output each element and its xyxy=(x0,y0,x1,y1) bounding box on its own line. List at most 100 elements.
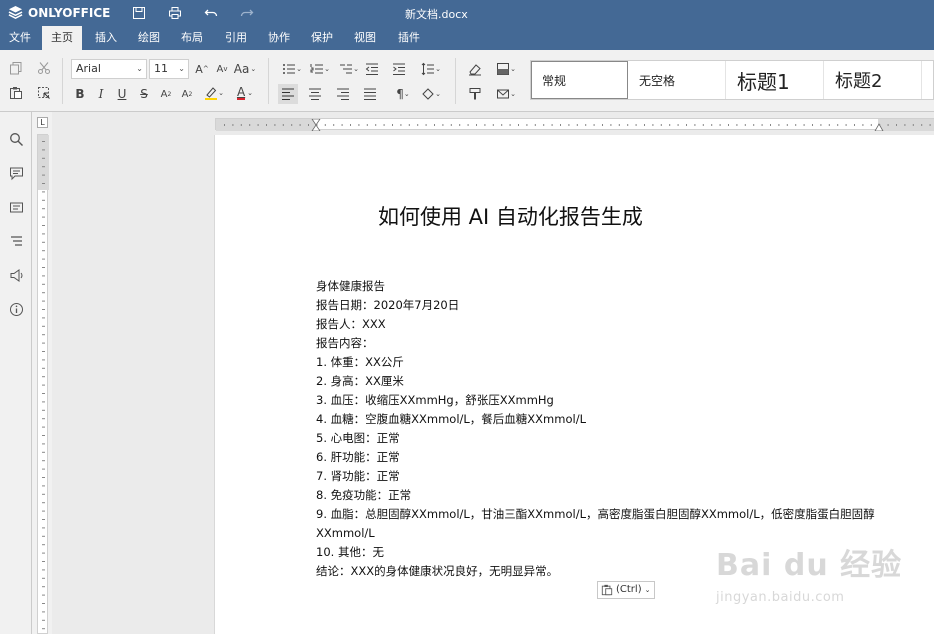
ruler-tick xyxy=(257,124,259,126)
tab-stop-selector[interactable]: L xyxy=(37,117,48,128)
tab-references[interactable]: 引用 xyxy=(216,26,256,50)
clear-style-icon[interactable] xyxy=(465,59,485,79)
copy-icon[interactable] xyxy=(6,58,26,78)
ruler-tick xyxy=(854,124,855,126)
ruler-tick xyxy=(42,325,45,327)
italic-icon[interactable]: I xyxy=(91,84,111,104)
ruler-tick xyxy=(476,124,477,126)
tab-draw[interactable]: 绘图 xyxy=(129,26,169,50)
ruler-tick xyxy=(929,124,931,126)
ruler-tick xyxy=(770,124,771,126)
increase-font-icon[interactable]: A ^ xyxy=(192,59,212,79)
ruler-tick xyxy=(42,594,45,596)
align-justify-icon[interactable] xyxy=(360,84,380,104)
ruler-tick xyxy=(644,124,645,126)
increase-indent-icon[interactable] xyxy=(389,59,409,79)
comments-icon[interactable] xyxy=(7,164,25,182)
align-right-icon[interactable] xyxy=(333,84,353,104)
search-icon[interactable] xyxy=(7,130,25,148)
ruler-tick xyxy=(42,367,45,369)
tab-protection[interactable]: 保护 xyxy=(302,26,342,50)
ruler-tick xyxy=(42,569,45,571)
paragraph-marks-icon[interactable]: ¶ ⌄ xyxy=(390,84,416,104)
ruler-tick xyxy=(627,124,629,126)
ruler-tick xyxy=(42,460,45,462)
ruler-tick xyxy=(400,124,402,126)
change-case-button[interactable]: Aa ⌄ xyxy=(233,59,257,79)
chat-icon[interactable] xyxy=(7,198,25,216)
cut-icon[interactable] xyxy=(34,58,54,78)
ruler-tick xyxy=(341,124,343,126)
numbered-list-icon[interactable]: ⌄ xyxy=(306,59,334,79)
horizontal-ruler-ticks xyxy=(216,118,934,132)
ruler-tick xyxy=(366,124,368,126)
underline-icon[interactable]: U xyxy=(112,84,132,104)
ruler-tick xyxy=(837,124,839,126)
ruler-tick xyxy=(912,124,914,126)
ruler-tick xyxy=(702,124,704,126)
ruler-tick xyxy=(350,124,351,126)
ruler-tick xyxy=(434,124,435,126)
ruler-tick xyxy=(42,384,45,386)
style-heading-2[interactable]: 标题2 xyxy=(825,61,922,99)
ruler-tick xyxy=(42,359,45,361)
highlight-color-button[interactable]: ⌄ xyxy=(200,83,228,103)
doc-line: 1. 体重：XX公斤 xyxy=(316,355,404,369)
line-spacing-icon[interactable]: ⌄ xyxy=(417,59,445,79)
ruler-tick xyxy=(42,258,45,260)
ruler-tick xyxy=(42,300,45,302)
ruler-tick xyxy=(42,628,45,630)
tab-home[interactable]: 主页 xyxy=(42,26,82,50)
ruler-tick xyxy=(42,401,45,403)
multilevel-list-icon[interactable]: ⌄ xyxy=(335,59,363,79)
tab-collaboration[interactable]: 协作 xyxy=(259,26,299,50)
ruler-tick xyxy=(576,124,578,126)
copy-style-icon[interactable] xyxy=(465,84,485,104)
tab-plugins[interactable]: 插件 xyxy=(389,26,429,50)
ruler-tick xyxy=(686,124,687,126)
ruler-tick xyxy=(42,409,45,411)
navigation-icon[interactable] xyxy=(7,232,25,250)
ruler-tick xyxy=(845,124,847,126)
select-all-icon[interactable] xyxy=(34,83,54,103)
align-left-icon[interactable] xyxy=(278,84,298,104)
style-normal[interactable]: 常规 xyxy=(531,61,628,99)
ruler-tick xyxy=(870,124,872,126)
ruler-tick xyxy=(887,124,889,126)
bold-icon[interactable]: B xyxy=(70,84,90,104)
color-scheme-icon[interactable]: ⌄ xyxy=(492,59,520,79)
vertical-ruler-strip xyxy=(37,134,49,634)
tab-file[interactable]: 文件 xyxy=(0,26,40,50)
superscript-icon[interactable]: A2 xyxy=(156,84,176,104)
bullet-list-icon[interactable]: ⌄ xyxy=(278,59,306,79)
paste-special-button[interactable]: (Ctrl) ⌄ xyxy=(597,581,656,599)
horizontal-ruler[interactable] xyxy=(215,118,934,132)
vertical-ruler[interactable] xyxy=(32,112,52,634)
mail-merge-icon[interactable]: ⌄ xyxy=(492,84,520,104)
font-color-button[interactable]: A ⌄ xyxy=(231,83,259,103)
shading-icon[interactable]: ⌄ xyxy=(418,84,444,104)
ruler-tick xyxy=(828,124,830,126)
tab-view[interactable]: 视图 xyxy=(345,26,385,50)
subscript-icon[interactable]: A2 xyxy=(177,84,197,104)
ruler-tick xyxy=(42,183,45,184)
ruler-tick xyxy=(42,166,45,168)
ruler-tick xyxy=(358,124,360,126)
align-center-icon[interactable] xyxy=(305,84,325,104)
tab-layout[interactable]: 布局 xyxy=(172,26,212,50)
style-no-spacing[interactable]: 无空格 xyxy=(629,61,726,99)
decrease-indent-icon[interactable] xyxy=(362,59,382,79)
ruler-tick xyxy=(42,435,45,436)
strikethrough-icon[interactable]: S xyxy=(134,84,154,104)
tab-insert[interactable]: 插入 xyxy=(86,26,126,50)
font-name-select[interactable]: Arial ⌄ xyxy=(71,59,147,79)
feedback-icon[interactable] xyxy=(7,266,25,284)
left-sidebar xyxy=(0,112,32,634)
change-case-label: Aa xyxy=(233,62,250,76)
decrease-font-icon[interactable]: Av xyxy=(212,59,232,79)
ruler-tick xyxy=(42,535,45,537)
font-size-select[interactable]: 11 ⌄ xyxy=(149,59,189,79)
about-info-icon[interactable] xyxy=(7,300,25,318)
style-heading-1[interactable]: 标题1 xyxy=(727,61,824,99)
paste-icon[interactable] xyxy=(6,83,26,103)
